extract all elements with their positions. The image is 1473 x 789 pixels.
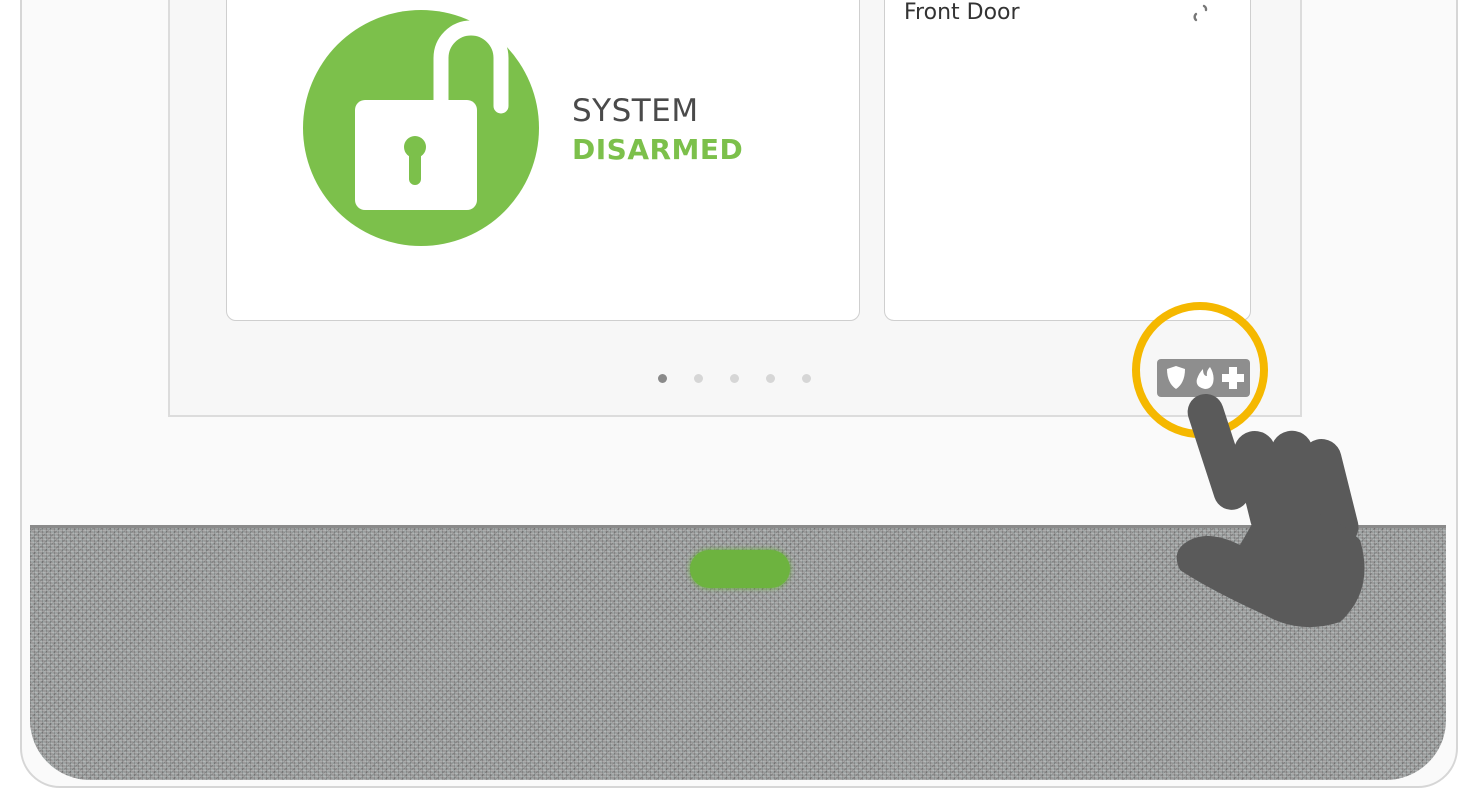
page-dot-4[interactable] [766,374,775,383]
link-icon [1193,4,1208,22]
unlocked-padlock-icon [355,20,509,210]
pointing-hand-icon [1176,393,1365,628]
page-dot-5[interactable] [802,374,811,383]
front-door-card[interactable] [884,0,1251,321]
system-state-label: DISARMED [572,133,744,166]
status-led [690,550,790,588]
system-label: SYSTEM [572,93,699,129]
page-dot-2[interactable] [694,374,703,383]
disarm-status-button[interactable] [303,10,539,246]
page-dot-1[interactable] [658,374,667,383]
page-indicator [658,368,838,383]
page-dot-3[interactable] [730,374,739,383]
front-door-title: Front Door [904,0,1020,25]
